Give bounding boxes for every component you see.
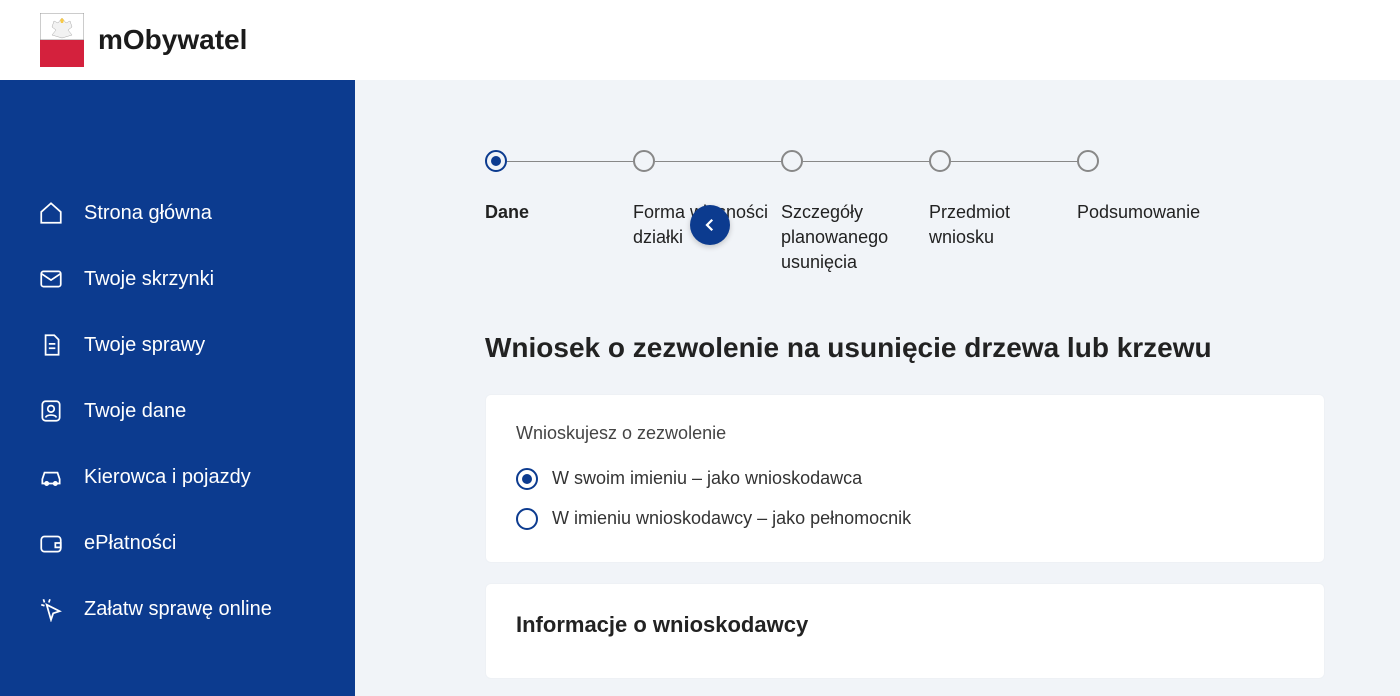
sidebar-item-mailboxes[interactable]: Twoje skrzynki (0, 246, 355, 312)
step-indicator-icon (633, 150, 655, 172)
sidebar-item-label: Załatw sprawę online (84, 598, 272, 621)
applicant-info-title: Informacje o wnioskodawcy (516, 612, 1294, 638)
sidebar-item-payments[interactable]: ePłatności (0, 510, 355, 576)
app-title: mObywatel (98, 24, 247, 56)
mail-icon (38, 266, 64, 292)
national-emblem-icon (40, 13, 84, 67)
sidebar: Strona główna Twoje skrzynki Twoje spraw… (0, 80, 355, 696)
chevron-left-icon (701, 216, 719, 234)
car-icon (38, 464, 64, 490)
sidebar-item-label: ePłatności (84, 532, 176, 555)
step-indicator-icon (929, 150, 951, 172)
sidebar-item-label: Twoje skrzynki (84, 268, 214, 291)
app-header: mObywatel (0, 0, 1400, 80)
main-content: Dane Forma własności działki Szczegóły p… (355, 80, 1400, 696)
step-summary[interactable]: Podsumowanie (1077, 150, 1225, 276)
sidebar-item-driver[interactable]: Kierowca i pojazdy (0, 444, 355, 510)
sidebar-item-label: Twoje dane (84, 400, 186, 423)
step-subject[interactable]: Przedmiot wniosku (929, 150, 1077, 276)
step-indicator-icon (781, 150, 803, 172)
permission-card: Wnioskujesz o zezwolenie W swoim imieniu… (485, 394, 1325, 563)
step-label: Szczegóły planowanego usunięcia (781, 200, 929, 276)
radio-proxy[interactable]: W imieniu wnioskodawcy – jako pełnomocni… (516, 508, 1294, 530)
applicant-info-card: Informacje o wnioskodawcy (485, 583, 1325, 679)
sidebar-item-label: Kierowca i pojazdy (84, 466, 251, 489)
step-dane[interactable]: Dane (485, 150, 633, 276)
cursor-click-icon (38, 596, 64, 622)
page-title: Wniosek o zezwolenie na usunięcie drzewa… (485, 332, 1325, 364)
radio-label: W imieniu wnioskodawcy – jako pełnomocni… (552, 508, 911, 529)
sidebar-item-cases[interactable]: Twoje sprawy (0, 312, 355, 378)
user-card-icon (38, 398, 64, 424)
step-indicator-icon (485, 150, 507, 172)
step-removal-details[interactable]: Szczegóły planowanego usunięcia (781, 150, 929, 276)
permission-label: Wnioskujesz o zezwolenie (516, 423, 1294, 444)
radio-own-name[interactable]: W swoim imieniu – jako wnioskodawca (516, 468, 1294, 490)
document-icon (38, 332, 64, 358)
progress-stepper: Dane Forma własności działki Szczegóły p… (485, 150, 1225, 276)
wallet-icon (38, 530, 64, 556)
sidebar-item-online[interactable]: Załatw sprawę online (0, 576, 355, 642)
step-label: Podsumowanie (1077, 200, 1225, 225)
sidebar-item-label: Strona główna (84, 202, 212, 225)
radio-icon (516, 508, 538, 530)
step-label: Przedmiot wniosku (929, 200, 1077, 250)
sidebar-collapse-button[interactable] (690, 205, 730, 245)
step-indicator-icon (1077, 150, 1099, 172)
radio-label: W swoim imieniu – jako wnioskodawca (552, 468, 862, 489)
home-icon (38, 200, 64, 226)
sidebar-item-your-data[interactable]: Twoje dane (0, 378, 355, 444)
radio-icon (516, 468, 538, 490)
sidebar-item-home[interactable]: Strona główna (0, 180, 355, 246)
sidebar-item-label: Twoje sprawy (84, 334, 205, 357)
step-label: Dane (485, 200, 633, 225)
